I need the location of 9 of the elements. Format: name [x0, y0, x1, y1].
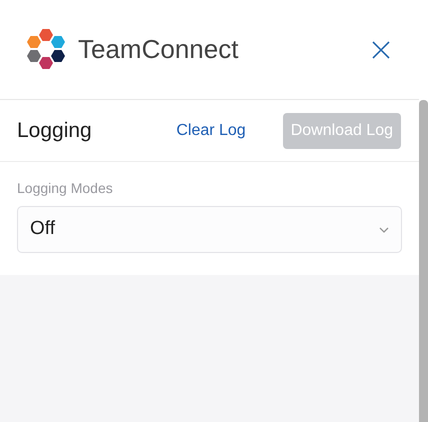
close-button[interactable]	[371, 40, 391, 60]
scrollbar[interactable]	[419, 100, 428, 422]
field-label: Logging Modes	[17, 179, 114, 198]
chevron-down-icon	[379, 226, 389, 232]
clear-log-link[interactable]: Clear Log	[176, 118, 246, 142]
logo-icon	[25, 28, 67, 72]
section-title: Logging	[17, 118, 92, 144]
logging-mode-select[interactable]: Off	[17, 206, 402, 253]
app-name: TeamConnect	[78, 33, 238, 66]
